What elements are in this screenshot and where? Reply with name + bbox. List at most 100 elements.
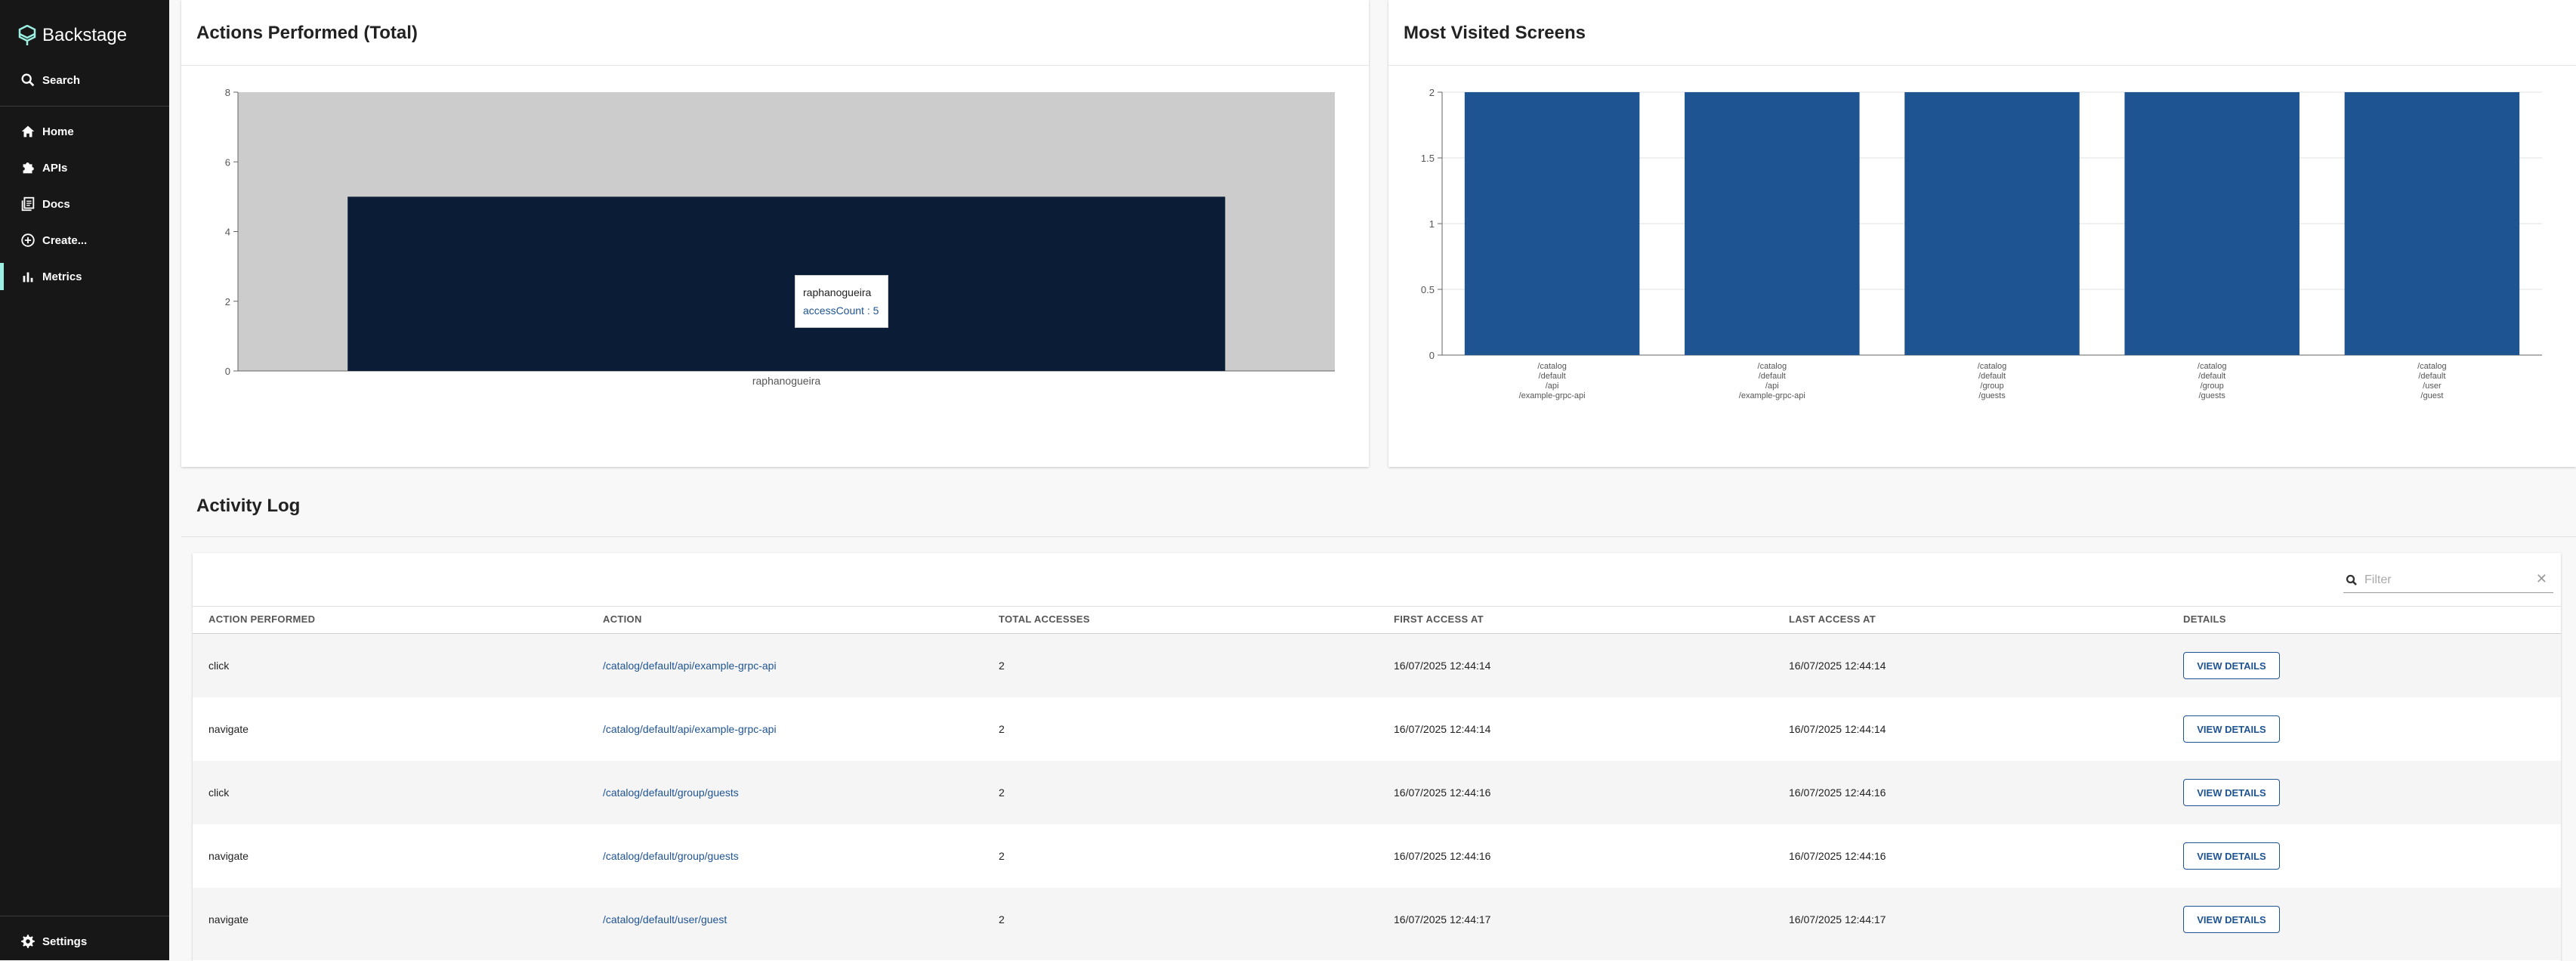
column-header-details[interactable]: DETAILS: [2183, 613, 2226, 625]
actions-performed-card: Actions Performed (Total) 0 2 4 6 8 raphanogu…: [181, 0, 1369, 467]
y-tick-label: 4: [225, 227, 230, 238]
y-tick-label: 1.5: [1421, 153, 1435, 164]
view-details-button[interactable]: VIEW DETAILS: [2183, 715, 2280, 743]
table-row: navigate /catalog/default/user/guest 2 1…: [193, 888, 2561, 960]
view-details-button[interactable]: VIEW DETAILS: [2183, 842, 2280, 870]
cell-action-link[interactable]: /catalog/default/user/guest: [603, 913, 727, 925]
cell-action-link[interactable]: /catalog/default/api/example-grpc-api: [603, 660, 777, 672]
sidebar-item-label: Settings: [42, 935, 88, 948]
y-tick-label: 8: [225, 87, 230, 98]
filter-input[interactable]: Filter ✕: [2343, 567, 2553, 593]
cell-action-link[interactable]: /catalog/default/api/example-grpc-api: [603, 723, 777, 735]
y-tick-label: 1: [1429, 218, 1435, 230]
logo-text: Backstage: [42, 25, 128, 45]
cell-action-performed: click: [208, 660, 230, 672]
cell-action-performed: navigate: [208, 723, 249, 735]
cell-total: 2: [999, 913, 1005, 925]
bar: [1464, 92, 1640, 355]
x-tick-label-line: /default: [1978, 372, 2006, 381]
bar: [347, 196, 1225, 371]
sidebar-item-settings[interactable]: Settings: [0, 925, 169, 958]
x-tick-label-line: /guests: [1978, 391, 2006, 400]
x-tick-label-line: /catalog: [1978, 362, 2007, 371]
tooltip-value-line: accessCount : 5: [803, 304, 879, 317]
tooltip-name: raphanogueira: [803, 286, 872, 298]
y-tick-label: 0: [1429, 350, 1435, 361]
column-header-first-access[interactable]: FIRST ACCESS AT: [1394, 613, 1484, 625]
sidebar: Backstage Search Home APIs Docs Create..…: [0, 0, 169, 960]
x-tick-label-line: /example-grpc-api: [1739, 391, 1805, 400]
gear-icon: [21, 935, 35, 948]
sidebar-item-label: Docs: [42, 197, 70, 211]
cell-first-access: 16/07/2025 12:44:14: [1394, 723, 1491, 735]
actions-chart: 0 2 4 6 8 raphanogueira: [225, 87, 1335, 387]
sidebar-item-home[interactable]: Home: [0, 115, 169, 148]
y-tick-label: 0.5: [1421, 284, 1435, 295]
x-tick-label-line: /group: [2201, 382, 2224, 391]
bar: [2344, 92, 2520, 355]
x-tick-label: /catalog/default/api/example-grpc-api: [1519, 362, 1586, 400]
x-tick-label: /catalog/default/api/example-grpc-api: [1739, 362, 1805, 400]
x-tick-label-line: /catalog: [2198, 362, 2227, 371]
cell-action-link[interactable]: /catalog/default/group/guests: [603, 850, 739, 862]
x-tick-label: /catalog/default/user/guest: [2417, 362, 2447, 400]
view-details-button[interactable]: VIEW DETAILS: [2183, 779, 2280, 806]
x-tick-label: raphanogueira: [752, 375, 821, 387]
sidebar-item-search[interactable]: Search: [0, 63, 169, 97]
x-tick-label: /catalog/default/group/guests: [1978, 362, 2007, 400]
table-row: navigate /catalog/default/api/example-gr…: [193, 697, 2561, 761]
y-tick-label: 2: [1429, 87, 1435, 98]
column-header-action-performed[interactable]: ACTION PERFORMED: [208, 613, 315, 625]
table-row: click /catalog/default/api/example-grpc-…: [193, 634, 2561, 697]
column-header-last-access[interactable]: LAST ACCESS AT: [1789, 613, 1876, 625]
x-tick-label-line: /api: [1546, 382, 1559, 391]
cell-last-access: 16/07/2025 12:44:14: [1789, 660, 1886, 672]
docs-icon: [21, 196, 35, 212]
bar: [1904, 92, 2080, 355]
cell-action-link[interactable]: /catalog/default/group/guests: [603, 786, 739, 799]
x-tick-label-line: /default: [1759, 372, 1786, 381]
x-tick-label-line: /example-grpc-api: [1519, 391, 1586, 400]
cell-total: 2: [999, 660, 1005, 672]
cell-last-access: 16/07/2025 12:44:16: [1789, 850, 1886, 862]
clear-filter-icon[interactable]: ✕: [2536, 571, 2547, 587]
activity-log-title: Activity Log: [196, 496, 301, 516]
sidebar-item-label: Search: [42, 73, 81, 87]
x-tick-label-line: /catalog: [1758, 362, 1787, 371]
cell-first-access: 16/07/2025 12:44:16: [1394, 786, 1491, 799]
filter-placeholder: Filter: [2364, 573, 2392, 586]
sidebar-item-metrics[interactable]: Metrics: [0, 260, 169, 293]
x-tick-label-line: /group: [1980, 382, 2003, 391]
section-divider: [181, 536, 2576, 537]
cell-last-access: 16/07/2025 12:44:14: [1789, 723, 1886, 735]
search-icon: [2346, 574, 2357, 586]
x-tick-label-line: /guest: [2420, 391, 2443, 400]
y-tick-label: 6: [225, 156, 230, 168]
puzzle-icon: [23, 162, 34, 174]
cell-total: 2: [999, 723, 1005, 735]
visited-chart: 0 0.5 1 1.5 2/catalog/default/api/example-gr…: [1421, 87, 2542, 400]
cell-last-access: 16/07/2025 12:44:17: [1789, 913, 1886, 925]
cell-first-access: 16/07/2025 12:44:16: [1394, 850, 1491, 862]
cell-last-access: 16/07/2025 12:44:16: [1789, 786, 1886, 799]
backstage-logo[interactable]: Backstage: [18, 23, 127, 48]
tooltip-value: 5: [873, 304, 879, 317]
chart-tooltip: raphanogueira accessCount : 5: [795, 275, 888, 328]
sidebar-item-label: Metrics: [42, 270, 82, 283]
sidebar-item-create[interactable]: Create...: [0, 224, 169, 257]
most-visited-card: Most Visited Screens 0 0.5 1 1.5 2/catalog/d…: [1388, 0, 2576, 467]
x-tick-label-line: /default: [1539, 372, 1566, 381]
sidebar-item-docs[interactable]: Docs: [0, 187, 169, 221]
view-details-button[interactable]: VIEW DETAILS: [2183, 652, 2280, 679]
sidebar-item-apis[interactable]: APIs: [0, 151, 169, 184]
x-tick-label-line: /guests: [2198, 391, 2225, 400]
tooltip-label: accessCount: [803, 304, 864, 317]
bar: [1685, 92, 1860, 355]
view-details-button[interactable]: VIEW DETAILS: [2183, 906, 2280, 933]
column-header-action[interactable]: ACTION: [603, 613, 642, 625]
x-tick-label-line: /catalog: [1537, 362, 1567, 371]
sidebar-item-label: APIs: [42, 161, 68, 175]
bar: [2124, 92, 2300, 355]
search-icon: [21, 73, 35, 87]
column-header-total-accesses[interactable]: TOTAL ACCESSES: [999, 613, 1090, 625]
